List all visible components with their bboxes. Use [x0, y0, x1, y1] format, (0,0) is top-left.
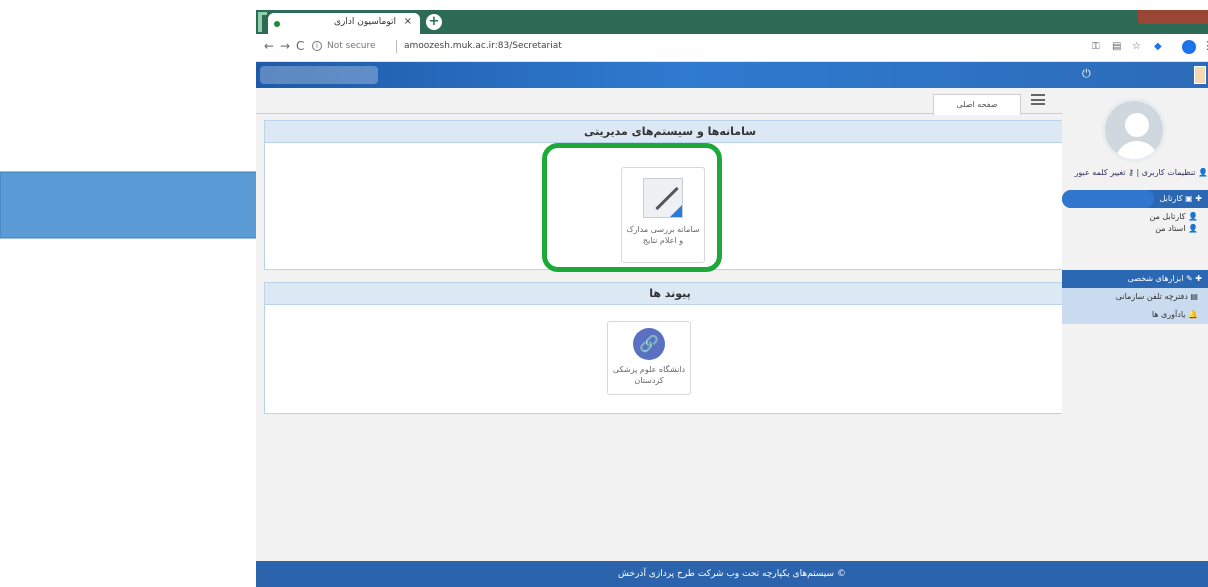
sidebar-item-phonebook[interactable]: ▤ دفترچه تلفن سازمانی: [1062, 288, 1208, 306]
professor-label: استاد من: [1155, 224, 1186, 233]
power-icon[interactable]: ⏻: [1082, 67, 1091, 81]
browser-tab[interactable]: اتوماسیون اداری ×: [268, 13, 420, 34]
star-icon[interactable]: ☆: [1132, 41, 1141, 52]
copyright-icon: ©: [834, 569, 846, 579]
hamburger-menu-icon[interactable]: [1031, 94, 1045, 105]
screenshot-stage: اتوماسیون اداری × + ← → C i Not secure a…: [0, 0, 1208, 587]
tab-home[interactable]: صفحه اصلی: [933, 94, 1021, 115]
reminders-label: یادآوری ها: [1151, 310, 1186, 319]
inbox-icon: ▣: [1182, 194, 1193, 203]
professor-icon: 👤: [1185, 224, 1198, 233]
sidebar-item-professor[interactable]: 👤 استاد من: [1062, 224, 1208, 233]
tools-label: ابزارهای شخصی: [1127, 274, 1184, 283]
tab-close-icon[interactable]: ×: [404, 16, 412, 27]
profile-icon[interactable]: [1182, 40, 1196, 54]
app-logo-icon: [258, 12, 267, 32]
staff-icon: 👤: [1185, 212, 1198, 221]
wrench-icon: ✎: [1183, 274, 1193, 283]
page-tab-bar: صفحه اصلی: [256, 88, 1096, 115]
menu-icon[interactable]: ⋮: [1202, 39, 1208, 52]
header-search-field[interactable]: [260, 66, 378, 84]
extension-icon[interactable]: ◆: [1154, 41, 1162, 52]
user-links: 👤 تنظیمات کاربری | ⚷ تغییر کلمه عبور: [1062, 168, 1208, 177]
sidebar-item-tools[interactable]: ✚ ✎ ابزارهای شخصی: [1062, 270, 1208, 288]
address-bar: ← → C i Not secure amoozesh.muk.ac.ir:83…: [256, 34, 1208, 62]
new-tab-button[interactable]: +: [426, 14, 442, 30]
translate-icon[interactable]: ▤: [1112, 41, 1121, 52]
favicon-icon: [274, 21, 280, 27]
link-icon: 🔗: [633, 328, 665, 360]
sidebar-item-reminders[interactable]: 🔔 یادآوری ها: [1062, 306, 1208, 324]
header-avatar[interactable]: [1194, 66, 1206, 84]
link-separator: |: [1133, 168, 1140, 177]
main-content: صفحه اصلی سامانه‌ها و سیستم‌های مدیریتی …: [256, 88, 1208, 561]
url-field[interactable]: i Not secure amoozesh.muk.ac.ir:83/Secre…: [312, 39, 1012, 57]
url-separator: [396, 40, 397, 53]
sidebar: 👤 تنظیمات کاربری | ⚷ تغییر کلمه عبور ✚ ▣…: [1062, 88, 1208, 561]
plus-icon: ✚: [1192, 194, 1202, 203]
change-password-link[interactable]: تغییر کلمه عبور: [1075, 168, 1126, 177]
inbox-label: کارتابل: [1159, 194, 1183, 203]
annotation-highlight-box: [542, 143, 722, 272]
window-controls[interactable]: [1138, 10, 1208, 24]
links-panel: پیوند ها 🔗 دانشگاه علوم پزشکی کردستان: [264, 282, 1076, 414]
user-settings-link[interactable]: تنظیمات کاربری: [1142, 168, 1196, 177]
phonebook-icon: ▤: [1187, 292, 1198, 301]
security-label: Not secure: [327, 41, 376, 51]
url-text[interactable]: amoozesh.muk.ac.ir:83/Secretariat: [404, 41, 562, 51]
user-avatar: [1102, 98, 1166, 162]
plus-icon: ✚: [1192, 274, 1202, 283]
phonebook-label: دفترچه تلفن سازمانی: [1115, 292, 1188, 301]
browser-window: اتوماسیون اداری × + ← → C i Not secure a…: [256, 10, 1208, 587]
sidebar-item-inbox[interactable]: ✚ ▣ کارتابل: [1062, 190, 1208, 208]
info-icon[interactable]: i: [312, 41, 322, 51]
bell-icon: 🔔: [1185, 310, 1198, 319]
staff-label: کارتابل من: [1149, 212, 1186, 221]
tab-title: اتوماسیون اداری: [334, 17, 396, 27]
inbox-highlight: [1062, 190, 1154, 208]
sidebar-item-staff[interactable]: 👤 کارتابل من: [1062, 212, 1208, 221]
university-link-tile[interactable]: 🔗 دانشگاه علوم پزشکی کردستان: [607, 321, 691, 395]
site-footer: © سیستم‌های یکپارچه تحت وب شرکت طرح پردا…: [256, 561, 1208, 587]
tab-strip: اتوماسیون اداری × +: [256, 10, 1208, 34]
forward-button[interactable]: →: [280, 39, 290, 53]
reload-button[interactable]: C: [296, 39, 304, 53]
user-icon: 👤: [1198, 168, 1208, 177]
link-tile-caption: دانشگاه علوم پزشکی کردستان: [612, 365, 686, 385]
key-icon[interactable]: ⚿: [1092, 41, 1100, 52]
back-button[interactable]: ←: [264, 39, 274, 53]
footer-text: سیستم‌های یکپارچه تحت وب شرکت طرح پردازی…: [618, 569, 835, 579]
systems-panel-title: سامانه‌ها و سیستم‌های مدیریتی: [265, 121, 1075, 143]
links-panel-title: پیوند ها: [265, 283, 1075, 305]
site-header: ⏻: [256, 62, 1208, 88]
